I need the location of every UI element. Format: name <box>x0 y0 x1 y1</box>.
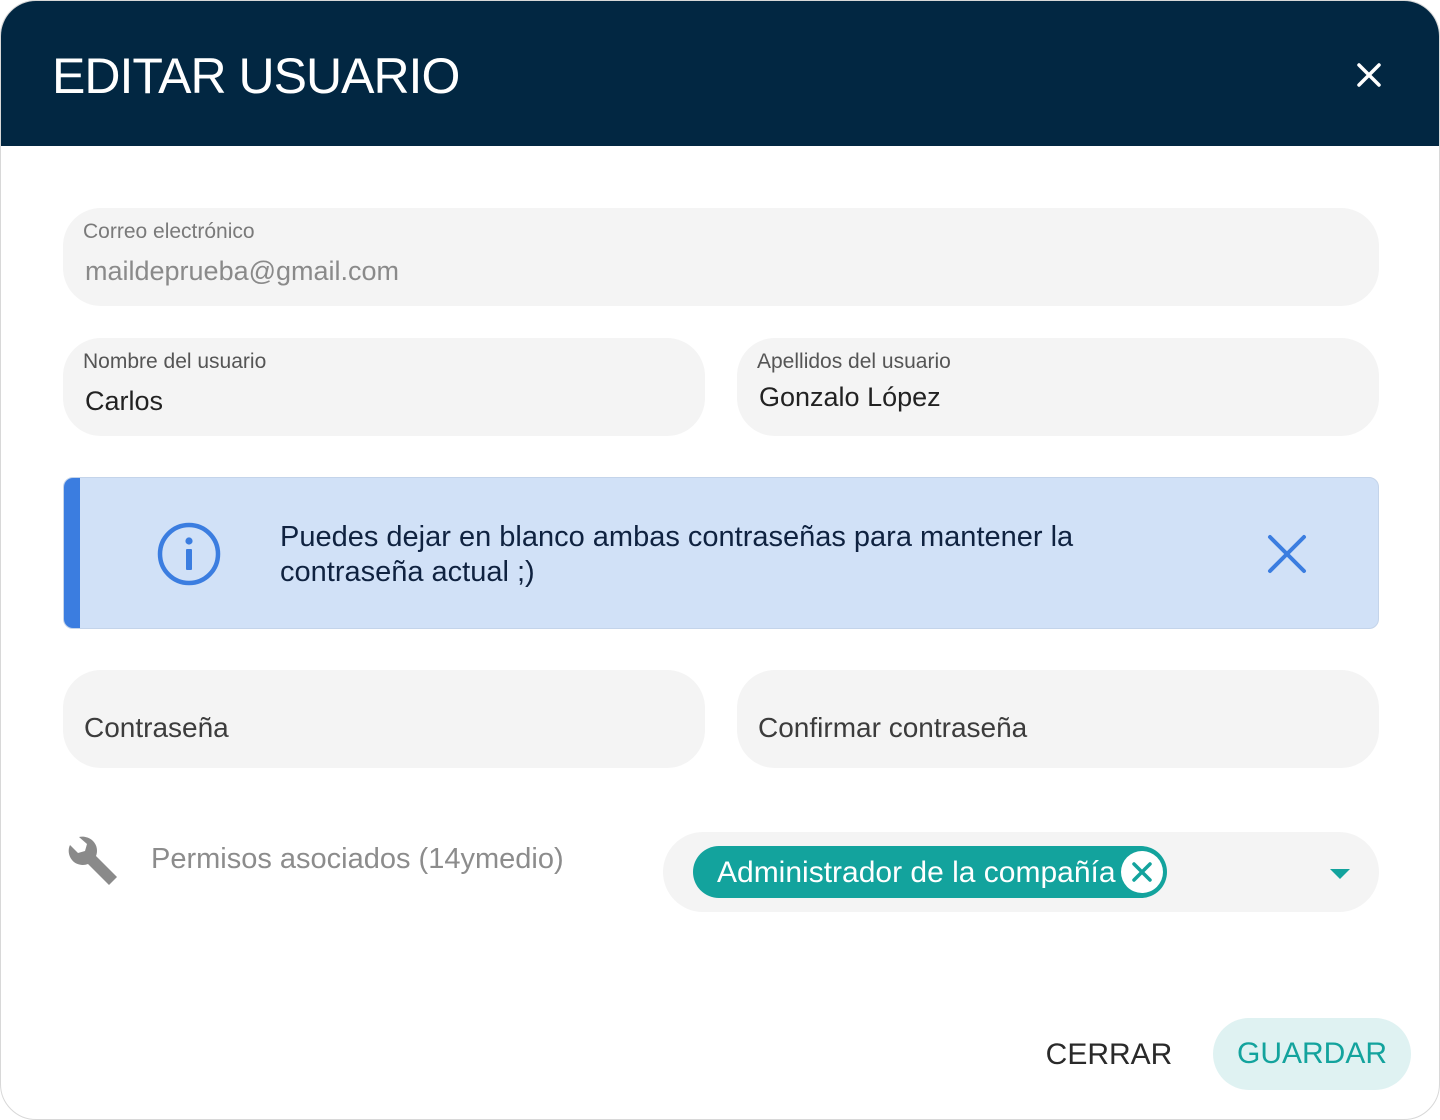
alert-message: Puedes dejar en blanco ambas contraseñas… <box>280 521 1074 588</box>
last-name-field[interactable]: Apellidos del usuario Gonzalo López <box>737 338 1379 436</box>
password-field[interactable]: Contraseña <box>63 670 705 768</box>
close-button[interactable]: CERRAR <box>1031 1021 1187 1089</box>
first-name-field[interactable]: Nombre del usuario Carlos <box>63 338 705 436</box>
alert-close-icon[interactable] <box>1266 533 1308 575</box>
close-icon[interactable] <box>1347 53 1391 97</box>
password-placeholder: Contraseña <box>84 712 229 743</box>
info-icon <box>157 522 221 586</box>
last-name-label: Apellidos del usuario <box>757 350 951 373</box>
confirm-password-field[interactable]: Confirmar contraseña <box>737 670 1379 768</box>
email-value: maildeprueba@gmail.com <box>85 256 400 286</box>
permission-chip-label: Administrador de la compañía <box>717 856 1116 889</box>
chip-remove-icon[interactable] <box>1119 849 1165 895</box>
first-name-value: Carlos <box>85 386 164 416</box>
permission-chip: Administrador de la compañía <box>693 846 1167 898</box>
wrench-icon <box>68 836 117 885</box>
email-label: Correo electrónico <box>83 220 255 243</box>
password-info-alert: Puedes dejar en blanco ambas contraseñas… <box>63 477 1379 629</box>
dialog-header: EDITAR USUARIO <box>1 1 1439 146</box>
first-name-label: Nombre del usuario <box>83 350 267 373</box>
edit-user-dialog: EDITAR USUARIO Correo electrónico mailde… <box>0 0 1440 1120</box>
email-field[interactable]: Correo electrónico maildeprueba@gmail.co… <box>63 208 1379 306</box>
dialog-title: EDITAR USUARIO <box>52 48 460 104</box>
save-button[interactable]: GUARDAR <box>1213 1018 1411 1090</box>
alert-accent-bar <box>64 478 80 628</box>
permissions-select[interactable]: Administrador de la compañía <box>663 832 1379 912</box>
permissions-label: Permisos asociados (14ymedio) <box>151 843 564 875</box>
last-name-value: Gonzalo López <box>759 382 941 412</box>
confirm-password-placeholder: Confirmar contraseña <box>758 712 1028 743</box>
dropdown-arrow-icon[interactable] <box>1330 869 1350 879</box>
